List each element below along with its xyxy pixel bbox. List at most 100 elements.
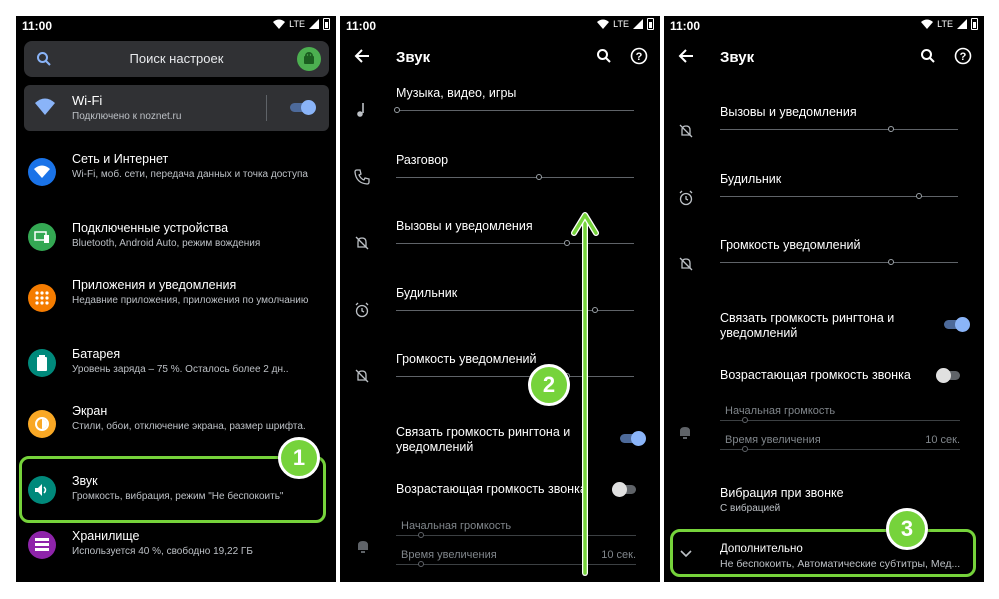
toggle-label: Возрастающая громкость звонка (396, 482, 587, 496)
svg-text:?: ? (960, 51, 967, 63)
volume-label: Музыка, видео, игры (396, 86, 517, 100)
slider-thumb[interactable] (742, 446, 748, 452)
increase-time-slider[interactable] (720, 446, 960, 452)
volume-label: Будильник (720, 172, 782, 186)
battery-icon (28, 349, 56, 377)
wifi-quick-card[interactable]: Wi-Fi Подключено к noznet.ru (24, 85, 329, 131)
step-badge: 2 (528, 364, 570, 406)
slider-thumb[interactable] (394, 107, 400, 113)
link-ringtone-toggle[interactable] (620, 431, 646, 446)
display-icon (28, 410, 56, 438)
status-time: 11:00 (670, 19, 701, 33)
toggle-label: Связать громкость рингтона и уведомлений (720, 311, 895, 340)
bell-off-icon (679, 257, 693, 271)
network-type: LTE (613, 19, 629, 29)
sub-label: Начальная громкость (401, 520, 512, 532)
android-icon (304, 52, 314, 64)
status-time: 11:00 (346, 19, 377, 33)
svg-text:?: ? (636, 51, 643, 63)
slider-thumb[interactable] (888, 259, 894, 265)
back-arrow-icon[interactable] (354, 48, 370, 64)
slider-thumb[interactable] (536, 174, 542, 180)
item-title: Хранилище (72, 529, 140, 543)
slider-thumb[interactable] (418, 532, 424, 538)
slider-thumb[interactable] (916, 193, 922, 199)
item-title: Подключенные устройства (72, 221, 229, 235)
volume-label: Громкость уведомлений (396, 352, 537, 366)
wifi-toggle[interactable] (290, 100, 316, 115)
apps-icon (28, 284, 56, 312)
item-subtitle: Стили, обои, отключение экрана, размер ш… (72, 421, 306, 432)
sub-label: Время увеличения (725, 434, 821, 446)
wifi-signal-icon (273, 19, 286, 29)
network-type: LTE (937, 19, 953, 29)
page-title: Звук (396, 49, 431, 66)
volume-slider[interactable] (720, 259, 958, 265)
help-icon[interactable]: ? (954, 47, 972, 65)
sub-value: 10 сек. (601, 549, 636, 561)
rising-ring-toggle[interactable] (936, 368, 962, 383)
slider-thumb[interactable] (742, 417, 748, 423)
item-title: Приложения и уведомления (72, 278, 237, 292)
rising-ring-toggle[interactable] (612, 482, 638, 497)
bell-icon (358, 541, 368, 553)
status-bar: 11:00 LTE (664, 16, 984, 38)
vibration-subtitle: С вибрацией (720, 503, 781, 514)
music-note-icon (357, 103, 364, 117)
volume-label: Вызовы и уведомления (396, 219, 533, 233)
volume-label: Будильник (396, 286, 458, 300)
item-title: Экран (72, 404, 108, 418)
sub-label: Начальная громкость (725, 405, 836, 417)
alarm-icon (355, 302, 369, 318)
item-subtitle: Уровень заряда – 75 %. Осталось более 2 … (72, 364, 289, 375)
volume-slider[interactable] (720, 193, 958, 199)
item-title: Батарея (72, 347, 121, 361)
increase-time-slider[interactable] (396, 561, 636, 567)
devices-icon (28, 223, 56, 251)
item-subtitle: Используется 40 %, свободно 19,22 ГБ (72, 546, 253, 557)
item-subtitle: Wi-Fi, моб. сети, передача данных и точк… (72, 169, 308, 180)
wifi-icon (35, 98, 55, 115)
battery-status-icon (647, 18, 654, 30)
sound-screen: 11:00 LTE Звук ? Музыка, видео, игры Раз… (340, 16, 660, 582)
status-time: 11:00 (22, 19, 53, 33)
step-badge: 3 (886, 508, 928, 550)
settings-screen: 11:00 LTE Поиск настроек Wi-Fi Подключен… (16, 16, 336, 582)
highlight-frame (670, 529, 976, 577)
back-arrow-icon[interactable] (678, 48, 694, 64)
volume-slider[interactable] (720, 126, 958, 132)
app-bar: Звук ? (664, 38, 984, 76)
slider-thumb[interactable] (418, 561, 424, 567)
step-badge: 1 (278, 437, 320, 479)
storage-icon (28, 531, 56, 559)
divider (266, 95, 267, 121)
help-icon[interactable]: ? (630, 47, 648, 65)
volume-label: Вызовы и уведомления (720, 105, 857, 119)
wifi-subtitle: Подключено к noznet.ru (72, 111, 182, 122)
volume-slider[interactable] (394, 107, 634, 113)
account-avatar[interactable] (297, 47, 321, 71)
bell-off-icon (355, 236, 369, 250)
sub-label: Время увеличения (401, 549, 497, 561)
bell-icon (680, 427, 690, 439)
bell-off-icon (679, 124, 693, 138)
battery-status-icon (971, 18, 978, 30)
start-volume-slider[interactable] (720, 417, 960, 423)
wifi-icon (28, 158, 56, 186)
volume-slider[interactable] (396, 174, 634, 180)
network-type: LTE (289, 19, 305, 29)
link-ringtone-toggle[interactable] (944, 317, 970, 332)
slider-thumb[interactable] (888, 126, 894, 132)
scroll-up-arrow-icon (571, 212, 599, 576)
search-icon[interactable] (920, 48, 936, 64)
volume-label: Громкость уведомлений (720, 238, 861, 252)
wifi-signal-icon (597, 19, 610, 29)
search-placeholder: Поиск настроек (129, 51, 224, 66)
settings-search-bar[interactable]: Поиск настроек (24, 41, 329, 77)
wifi-title: Wi-Fi (72, 93, 103, 108)
start-volume-slider[interactable] (396, 532, 636, 538)
search-icon[interactable] (596, 48, 612, 64)
phone-icon (354, 169, 370, 185)
bell-off-icon (355, 369, 369, 383)
alarm-icon (679, 190, 693, 206)
